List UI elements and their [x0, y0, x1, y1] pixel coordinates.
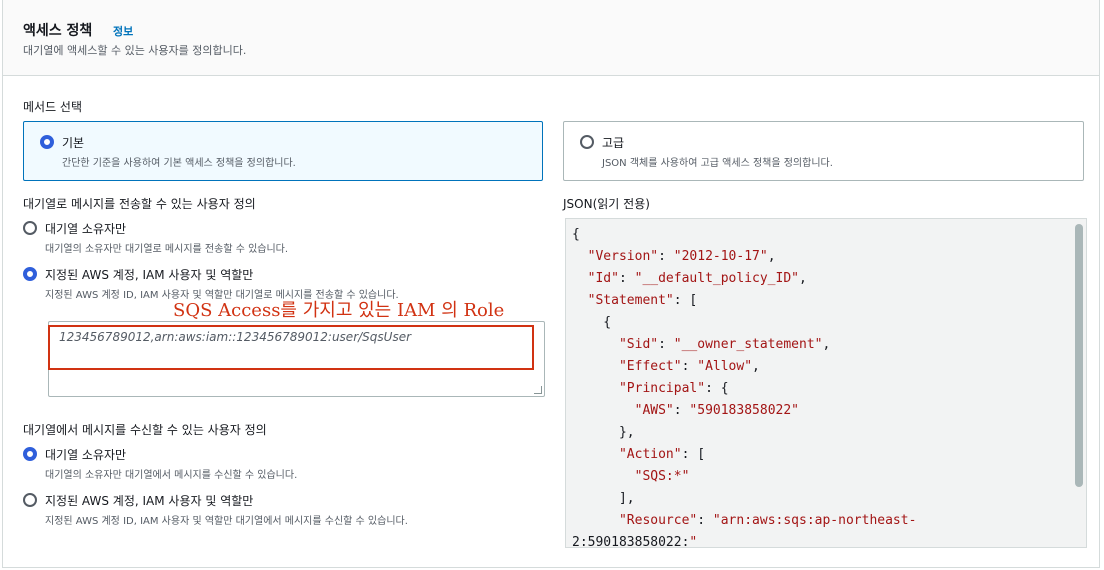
json-line: ],: [572, 491, 635, 506]
method-advanced-title: 고급: [602, 136, 625, 150]
json-line: "Resource": "arn:aws:sqs:ap-northeast-: [618, 513, 917, 528]
annotation-text: SQS Access를 가지고 있는 IAM 의 Role: [173, 300, 505, 321]
receive-option-specified[interactable]: 지정된 AWS 계정, IAM 사용자 및 역할만 지정된 AWS 계정 ID,…: [23, 492, 543, 528]
receive-option-owner[interactable]: 대기열 소유자만 대기열의 소유자만 대기열에서 메시지를 수신할 수 있습니다…: [23, 446, 543, 482]
send-principals-value: 123456789012,arn:aws:iam::123456789012:u…: [59, 330, 412, 344]
access-policy-panel: 액세스 정책 정보 대기열에 액세스할 수 있는 사용자를 정의합니다. 메서드…: [2, 0, 1100, 568]
method-basic-title: 기본: [62, 136, 85, 150]
panel-header: 액세스 정책 정보 대기열에 액세스할 수 있는 사용자를 정의합니다.: [3, 0, 1099, 76]
radio-receive-specified[interactable]: [23, 493, 37, 507]
json-line: {: [572, 227, 580, 242]
panel-title: 액세스 정책: [23, 23, 93, 39]
receive-specified-title: 지정된 AWS 계정, IAM 사용자 및 역할만: [45, 494, 254, 508]
json-label: JSON(읽기 전용): [563, 197, 650, 211]
json-line: },: [572, 425, 635, 440]
send-owner-title: 대기열 소유자만: [45, 222, 127, 236]
resize-grip-icon[interactable]: [534, 386, 542, 394]
send-owner-description: 대기열의 소유자만 대기열로 메시지를 전송할 수 있습니다.: [45, 244, 289, 255]
send-section-label: 대기열로 메시지를 전송할 수 있는 사용자 정의: [23, 197, 256, 211]
json-line: "Statement": [: [587, 293, 698, 308]
radio-advanced[interactable]: [580, 135, 594, 149]
json-line: "Action": [: [618, 447, 706, 462]
json-line: "Principal": {: [618, 381, 729, 396]
method-basic-description: 간단한 기준을 사용하여 기본 액세스 정책을 정의합니다.: [62, 158, 296, 169]
radio-send-specified[interactable]: [23, 267, 37, 281]
json-line: "SQS:*": [634, 469, 690, 484]
send-option-owner[interactable]: 대기열 소유자만 대기열의 소유자만 대기열로 메시지를 전송할 수 있습니다.: [23, 220, 543, 256]
json-line: "Effect": "Allow",: [618, 359, 760, 374]
json-line: "Sid": "__owner_statement",: [618, 337, 831, 352]
json-content: { "Version": "2012-10-17", "Id": "__defa…: [572, 224, 917, 548]
method-label: 메서드 선택: [23, 100, 83, 114]
receive-owner-title: 대기열 소유자만: [45, 448, 127, 462]
json-line: "AWS": "590183858022": [634, 403, 799, 418]
send-specified-title: 지정된 AWS 계정, IAM 사용자 및 역할만: [45, 268, 254, 282]
info-link[interactable]: 정보: [113, 23, 133, 39]
method-tile-basic[interactable]: 기본 간단한 기준을 사용하여 기본 액세스 정책을 정의합니다.: [23, 121, 543, 181]
json-line: 2:590183858022:": [572, 535, 698, 548]
json-scrollbar-thumb[interactable]: [1075, 224, 1083, 487]
json-line: "Id": "__default_policy_ID",: [587, 271, 807, 286]
radio-send-owner[interactable]: [23, 221, 37, 235]
receive-section-label: 대기열에서 메시지를 수신할 수 있는 사용자 정의: [23, 423, 267, 437]
panel-description: 대기열에 액세스할 수 있는 사용자를 정의합니다.: [23, 44, 247, 57]
json-line: {: [572, 315, 612, 330]
json-scrollbar[interactable]: [1075, 221, 1084, 547]
radio-receive-owner[interactable]: [23, 447, 37, 461]
json-line: "Version": "2012-10-17",: [587, 249, 776, 264]
radio-basic[interactable]: [40, 135, 54, 149]
send-principals-textarea[interactable]: 123456789012,arn:aws:iam::123456789012:u…: [48, 321, 545, 397]
receive-specified-description: 지정된 AWS 계정 ID, IAM 사용자 및 역할만 대기열에서 메시지를 …: [45, 516, 408, 527]
json-viewer[interactable]: { "Version": "2012-10-17", "Id": "__defa…: [565, 218, 1087, 548]
method-advanced-description: JSON 객체를 사용하여 고급 액세스 정책을 정의합니다.: [602, 158, 833, 169]
method-tile-advanced[interactable]: 고급 JSON 객체를 사용하여 고급 액세스 정책을 정의합니다.: [563, 121, 1084, 181]
receive-owner-description: 대기열의 소유자만 대기열에서 메시지를 수신할 수 있습니다.: [45, 470, 298, 481]
